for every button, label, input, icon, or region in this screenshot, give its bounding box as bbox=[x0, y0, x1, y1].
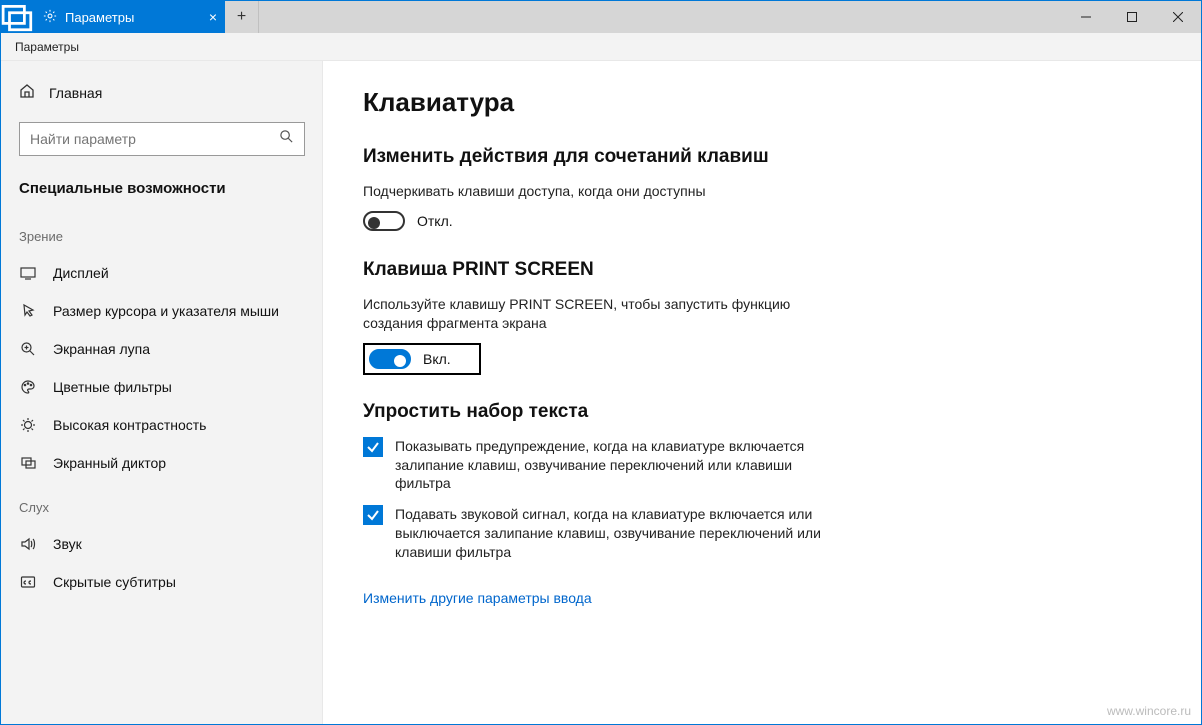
close-tab-icon[interactable]: × bbox=[209, 9, 217, 25]
search-box[interactable] bbox=[19, 122, 305, 156]
sidebar-item-narrator[interactable]: Экранный диктор bbox=[1, 444, 323, 482]
display-icon bbox=[19, 265, 37, 281]
section-print-screen-title: Клавиша PRINT SCREEN bbox=[363, 259, 1161, 281]
sidebar-item-label: Экранная лупа bbox=[53, 341, 150, 357]
titlebar-drag-area[interactable] bbox=[259, 1, 1063, 33]
nav-home-label: Главная bbox=[49, 85, 102, 101]
window-subtitle: Параметры bbox=[1, 33, 1201, 61]
toggle-underline-access-keys[interactable] bbox=[363, 211, 405, 231]
close-button[interactable] bbox=[1155, 1, 1201, 33]
checkbox-play-sound-label: Подавать звуковой сигнал, когда на клави… bbox=[395, 505, 833, 562]
home-icon bbox=[19, 83, 35, 102]
sidebar-item-cursor-size[interactable]: Размер курсора и указателя мыши bbox=[1, 292, 323, 330]
section-simplify-typing-title: Упростить набор текста bbox=[363, 401, 1161, 423]
section-shortcut-actions-title: Изменить действия для сочетаний клавиш bbox=[363, 146, 1161, 168]
sidebar-item-label: Скрытые субтитры bbox=[53, 574, 176, 590]
checkbox-play-sound[interactable] bbox=[363, 505, 383, 525]
search-input[interactable] bbox=[30, 131, 279, 147]
toggle-on-label: Вкл. bbox=[423, 351, 451, 367]
sidebar-item-label: Цветные фильтры bbox=[53, 379, 172, 395]
content-area: Клавиатура Изменить действия для сочетан… bbox=[323, 61, 1201, 724]
sidebar-item-sound[interactable]: Звук bbox=[1, 525, 323, 563]
underline-access-keys-desc: Подчеркивать клавиши доступа, когда они … bbox=[363, 182, 823, 201]
sidebar-item-high-contrast[interactable]: Высокая контрастность bbox=[1, 406, 323, 444]
sidebar-item-display[interactable]: Дисплей bbox=[1, 254, 323, 292]
sound-icon bbox=[19, 536, 37, 552]
print-screen-desc: Используйте клавишу PRINT SCREEN, чтобы … bbox=[363, 295, 823, 333]
sidebar-item-label: Размер курсора и указателя мыши bbox=[53, 303, 279, 319]
search-icon bbox=[279, 129, 294, 149]
sidebar-item-closed-captions[interactable]: Скрытые субтитры bbox=[1, 563, 323, 601]
new-tab-button[interactable]: + bbox=[225, 1, 259, 33]
checkbox-show-warning[interactable] bbox=[363, 437, 383, 457]
watermark: www.wincore.ru bbox=[1107, 704, 1191, 718]
toggle-print-screen-focus: Вкл. bbox=[363, 343, 481, 375]
tab-label: Параметры bbox=[65, 10, 134, 25]
sidebar-item-label: Дисплей bbox=[53, 265, 109, 281]
link-other-input-settings[interactable]: Изменить другие параметры ввода bbox=[363, 590, 592, 606]
cursor-icon bbox=[19, 303, 37, 319]
toggle-print-screen[interactable] bbox=[369, 349, 411, 369]
page-title: Клавиатура bbox=[363, 87, 1161, 118]
checkbox-show-warning-label: Показывать предупреждение, когда на клав… bbox=[395, 437, 833, 494]
tab-settings-active[interactable]: Параметры × bbox=[35, 1, 225, 33]
sidebar-item-label: Звук bbox=[53, 536, 82, 552]
body: Главная Специальные возможности Зрение Д… bbox=[1, 61, 1201, 724]
palette-icon bbox=[19, 379, 37, 395]
sidebar-item-magnifier[interactable]: Экранная лупа bbox=[1, 330, 323, 368]
nav-home[interactable]: Главная bbox=[1, 75, 323, 110]
sidebar-item-label: Высокая контрастность bbox=[53, 417, 206, 433]
magnifier-icon bbox=[19, 341, 37, 357]
captions-icon bbox=[19, 574, 37, 590]
settings-window: Параметры × + Параметры bbox=[0, 0, 1202, 725]
sidebar-group-hearing: Слух bbox=[1, 482, 323, 525]
maximize-button[interactable] bbox=[1109, 1, 1155, 33]
narrator-icon bbox=[19, 455, 37, 471]
task-view-icon[interactable] bbox=[1, 1, 35, 33]
sidebar-item-color-filters[interactable]: Цветные фильтры bbox=[1, 368, 323, 406]
sidebar-group-vision: Зрение bbox=[1, 211, 323, 254]
title-bar: Параметры × + bbox=[1, 1, 1201, 33]
sidebar: Главная Специальные возможности Зрение Д… bbox=[1, 61, 323, 724]
gear-icon bbox=[43, 9, 57, 26]
contrast-icon bbox=[19, 417, 37, 433]
sidebar-category: Специальные возможности bbox=[1, 174, 323, 211]
toggle-off-label: Откл. bbox=[417, 213, 453, 229]
minimize-button[interactable] bbox=[1063, 1, 1109, 33]
sidebar-item-label: Экранный диктор bbox=[53, 455, 166, 471]
